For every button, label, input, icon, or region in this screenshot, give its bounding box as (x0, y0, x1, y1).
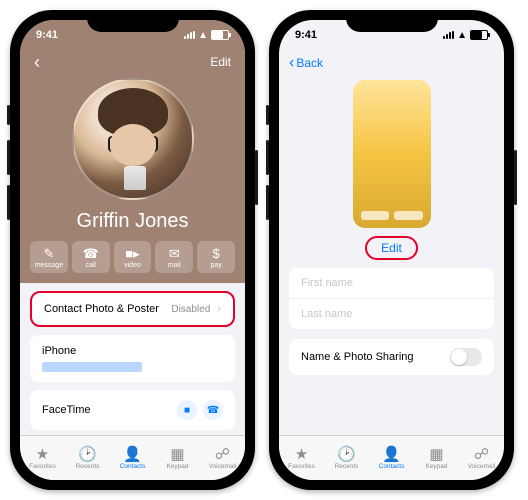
name-input-group: First name Last name (289, 268, 494, 329)
contacts-icon: 👤 (123, 447, 142, 462)
status-icons: ▲ (184, 30, 229, 41)
tab-contacts[interactable]: 👤Contacts (110, 436, 155, 480)
pay-icon: $ (197, 247, 235, 260)
tab-recents[interactable]: 🕑Recents (324, 436, 369, 480)
tab-keypad[interactable]: ▦Keypad (414, 436, 459, 480)
mail-button[interactable]: ✉mail (155, 241, 193, 273)
contact-avatar[interactable] (72, 78, 194, 200)
voicemail-icon: ☍ (474, 447, 489, 462)
signal-icon (184, 31, 195, 39)
tab-bar: ★Favorites 🕑Recents 👤Contacts ▦Keypad ☍V… (20, 435, 245, 480)
wifi-icon: ▲ (457, 30, 467, 41)
first-name-field[interactable]: First name (289, 268, 494, 299)
tab-recents[interactable]: 🕑Recents (65, 436, 110, 480)
status-icons: ▲ (443, 30, 488, 41)
back-button[interactable]: ‹ (34, 52, 40, 73)
chevron-right-icon: › (217, 303, 221, 315)
message-button[interactable]: ✎message (30, 241, 68, 273)
clock-icon: 🕑 (337, 447, 356, 462)
cell-label: Name & Photo Sharing (301, 351, 414, 363)
mail-icon: ✉ (155, 247, 193, 260)
facetime-audio-icon[interactable]: ☎ (203, 400, 223, 420)
sharing-toggle[interactable] (450, 348, 482, 366)
edit-button[interactable]: Edit (210, 55, 231, 69)
voicemail-icon: ☍ (215, 447, 230, 462)
signal-icon (443, 31, 454, 39)
cell-label: iPhone (42, 345, 76, 357)
call-button[interactable]: ☎call (72, 241, 110, 273)
video-button[interactable]: ■▸video (114, 241, 152, 273)
wifi-icon: ▲ (198, 30, 208, 41)
keypad-icon: ▦ (429, 447, 443, 462)
contact-photo-poster-cell[interactable]: Contact Photo & Poster Disabled › (30, 291, 235, 327)
tab-keypad[interactable]: ▦Keypad (155, 436, 200, 480)
pay-button[interactable]: $pay (197, 241, 235, 273)
message-icon: ✎ (30, 247, 68, 260)
phone-left: 9:41 ▲ ‹ Edit Griffin Jones ✎message (10, 10, 255, 490)
star-icon: ★ (295, 447, 308, 462)
video-icon: ■▸ (114, 247, 152, 260)
cell-label: FaceTime (42, 404, 91, 416)
status-time: 9:41 (295, 29, 317, 41)
edit-poster-button[interactable]: Edit (365, 236, 418, 260)
back-chevron-icon[interactable]: ‹ (289, 54, 294, 72)
tab-voicemail[interactable]: ☍Voicemail (459, 436, 504, 480)
star-icon: ★ (36, 447, 49, 462)
tab-contacts[interactable]: 👤Contacts (369, 436, 414, 480)
tab-bar: ★Favorites 🕑Recents 👤Contacts ▦Keypad ☍V… (279, 435, 504, 480)
contacts-icon: 👤 (382, 447, 401, 462)
back-button[interactable]: Back (296, 56, 323, 70)
phone-icon: ☎ (72, 247, 110, 260)
facetime-video-icon[interactable]: ■ (177, 400, 197, 420)
contact-poster-preview[interactable] (353, 80, 431, 228)
battery-icon (470, 30, 488, 40)
contact-name: Griffin Jones (20, 210, 245, 233)
tab-favorites[interactable]: ★Favorites (279, 436, 324, 480)
keypad-icon: ▦ (170, 447, 184, 462)
cell-status: Disabled (171, 304, 210, 315)
redacted-value (42, 362, 142, 372)
iphone-cell[interactable]: iPhone (30, 335, 235, 382)
tab-favorites[interactable]: ★Favorites (20, 436, 65, 480)
battery-icon (211, 30, 229, 40)
status-time: 9:41 (36, 29, 58, 41)
tab-voicemail[interactable]: ☍Voicemail (200, 436, 245, 480)
cell-label: Contact Photo & Poster (44, 303, 159, 315)
facetime-cell[interactable]: FaceTime ■ ☎ (30, 390, 235, 430)
phone-right: 9:41 ▲ ‹ Back Edit First name Last name … (269, 10, 514, 490)
last-name-field[interactable]: Last name (289, 299, 494, 329)
clock-icon: 🕑 (78, 447, 97, 462)
name-photo-sharing-cell[interactable]: Name & Photo Sharing (289, 339, 494, 375)
